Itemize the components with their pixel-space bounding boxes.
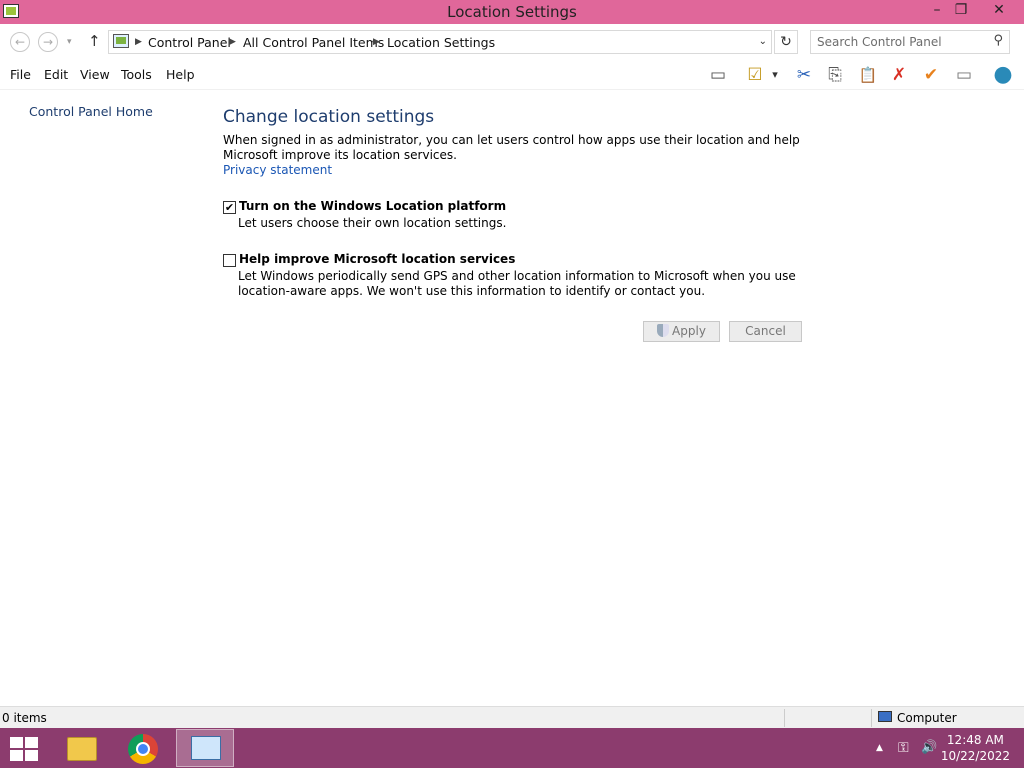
zone-label: Computer xyxy=(897,711,957,725)
address-dropdown-icon[interactable]: ⌄ xyxy=(759,36,767,47)
apply-button-label: Apply xyxy=(672,324,706,338)
menu-edit[interactable]: Edit xyxy=(44,67,68,82)
status-bar: 0 items Computer xyxy=(0,706,1024,728)
search-input[interactable] xyxy=(817,34,982,50)
page-heading: Change location settings xyxy=(223,107,435,127)
file-explorer-taskbar-button[interactable] xyxy=(52,729,110,767)
breadcrumb-separator-icon[interactable]: ▶ xyxy=(229,37,236,47)
delete-icon[interactable]: ✗ xyxy=(886,63,912,87)
status-divider xyxy=(784,709,785,727)
computer-icon xyxy=(878,711,892,722)
address-bar[interactable]: ▶ Control Panel ▶ All Control Panel Item… xyxy=(108,30,772,54)
search-box[interactable]: ⚲ xyxy=(810,30,1010,54)
control-panel-home-link[interactable]: Control Panel Home xyxy=(29,104,153,119)
properties-dropdown-icon[interactable]: ▾ xyxy=(768,63,782,87)
breadcrumb-all-items[interactable]: All Control Panel Items xyxy=(243,35,384,50)
paste-icon[interactable]: 📋 xyxy=(855,63,881,87)
uac-shield-icon xyxy=(657,324,670,337)
menu-file[interactable]: File xyxy=(10,67,31,82)
menu-view[interactable]: View xyxy=(80,67,110,82)
navigation-bar: ← → ▾ ↑ ▶ Control Panel ▶ All Control Pa… xyxy=(0,24,1024,60)
cancel-button[interactable]: Cancel xyxy=(729,321,802,342)
breadcrumb-location-settings[interactable]: Location Settings xyxy=(387,35,495,50)
forward-button[interactable]: → xyxy=(38,32,58,52)
recent-locations-icon[interactable]: ▾ xyxy=(67,37,72,47)
location-platform-label[interactable]: Turn on the Windows Location platform xyxy=(239,199,506,213)
up-level-button[interactable]: ↑ xyxy=(88,32,101,50)
title-bar: Location Settings – ❐ ✕ xyxy=(0,0,1024,24)
main-content: Change location settings When signed in … xyxy=(223,91,823,391)
cut-icon[interactable]: ✂ xyxy=(791,63,817,87)
rename-icon[interactable]: ▭ xyxy=(951,63,977,87)
control-panel-icon xyxy=(191,736,221,760)
chrome-taskbar-button[interactable] xyxy=(114,729,172,767)
clock-date: 10/22/2022 xyxy=(940,749,1010,763)
menu-help[interactable]: Help xyxy=(166,67,195,82)
improve-location-services-label[interactable]: Help improve Microsoft location services xyxy=(239,252,515,266)
window-title: Location Settings xyxy=(447,3,577,21)
status-divider xyxy=(871,709,872,727)
network-icon[interactable]: ⚿ xyxy=(898,740,909,756)
item-count: 0 items xyxy=(2,711,47,725)
checkmark-icon[interactable]: ✔ xyxy=(918,63,944,87)
back-button[interactable]: ← xyxy=(10,32,30,52)
clock-time: 12:48 AM xyxy=(946,733,1004,747)
show-hidden-icons-arrow[interactable]: ▲ xyxy=(876,743,883,753)
location-platform-description: Let users choose their own location sett… xyxy=(238,216,507,230)
menu-tools[interactable]: Tools xyxy=(121,67,152,82)
windows-start-icon[interactable] xyxy=(10,737,38,761)
taskbar: ▲ ⚿ 🔊 12:48 AM 10/22/2022 xyxy=(0,728,1024,768)
preview-pane-icon[interactable]: ▭ xyxy=(705,63,731,87)
control-panel-taskbar-button[interactable] xyxy=(176,729,234,767)
volume-icon[interactable]: 🔊 xyxy=(921,740,937,755)
copy-icon[interactable]: ⎘ xyxy=(822,63,848,87)
folder-icon xyxy=(67,737,97,761)
breadcrumb-control-panel[interactable]: Control Panel xyxy=(148,35,231,50)
menu-bar: File Edit View Tools Help ▭ ☑ ▾ ✂ ⎘ 📋 ✗ … xyxy=(0,60,1024,90)
apply-button[interactable]: Apply xyxy=(643,321,720,342)
restore-button[interactable]: ❐ xyxy=(946,0,976,22)
system-clock[interactable]: 12:48 AM 10/22/2022 xyxy=(941,732,1010,764)
improve-location-services-checkbox[interactable] xyxy=(223,254,236,267)
privacy-statement-link[interactable]: Privacy statement xyxy=(223,163,332,177)
improve-location-services-description: Let Windows periodically send GPS and ot… xyxy=(238,269,796,298)
refresh-button[interactable]: ↻ xyxy=(774,30,798,54)
chrome-icon xyxy=(128,734,158,764)
close-button[interactable]: ✕ xyxy=(984,0,1014,22)
internet-globe-icon[interactable]: ● xyxy=(990,63,1016,87)
control-panel-icon xyxy=(113,34,129,48)
page-description: When signed in as administrator, you can… xyxy=(223,133,800,162)
location-platform-checkbox[interactable]: ✔ xyxy=(223,201,236,214)
breadcrumb-separator-icon[interactable]: ▶ xyxy=(135,37,142,47)
breadcrumb-separator-icon[interactable]: ▶ xyxy=(373,37,380,47)
search-icon[interactable]: ⚲ xyxy=(993,33,1003,48)
left-navigation-pane: Control Panel Home xyxy=(0,91,200,705)
properties-icon[interactable]: ☑ xyxy=(742,63,768,87)
